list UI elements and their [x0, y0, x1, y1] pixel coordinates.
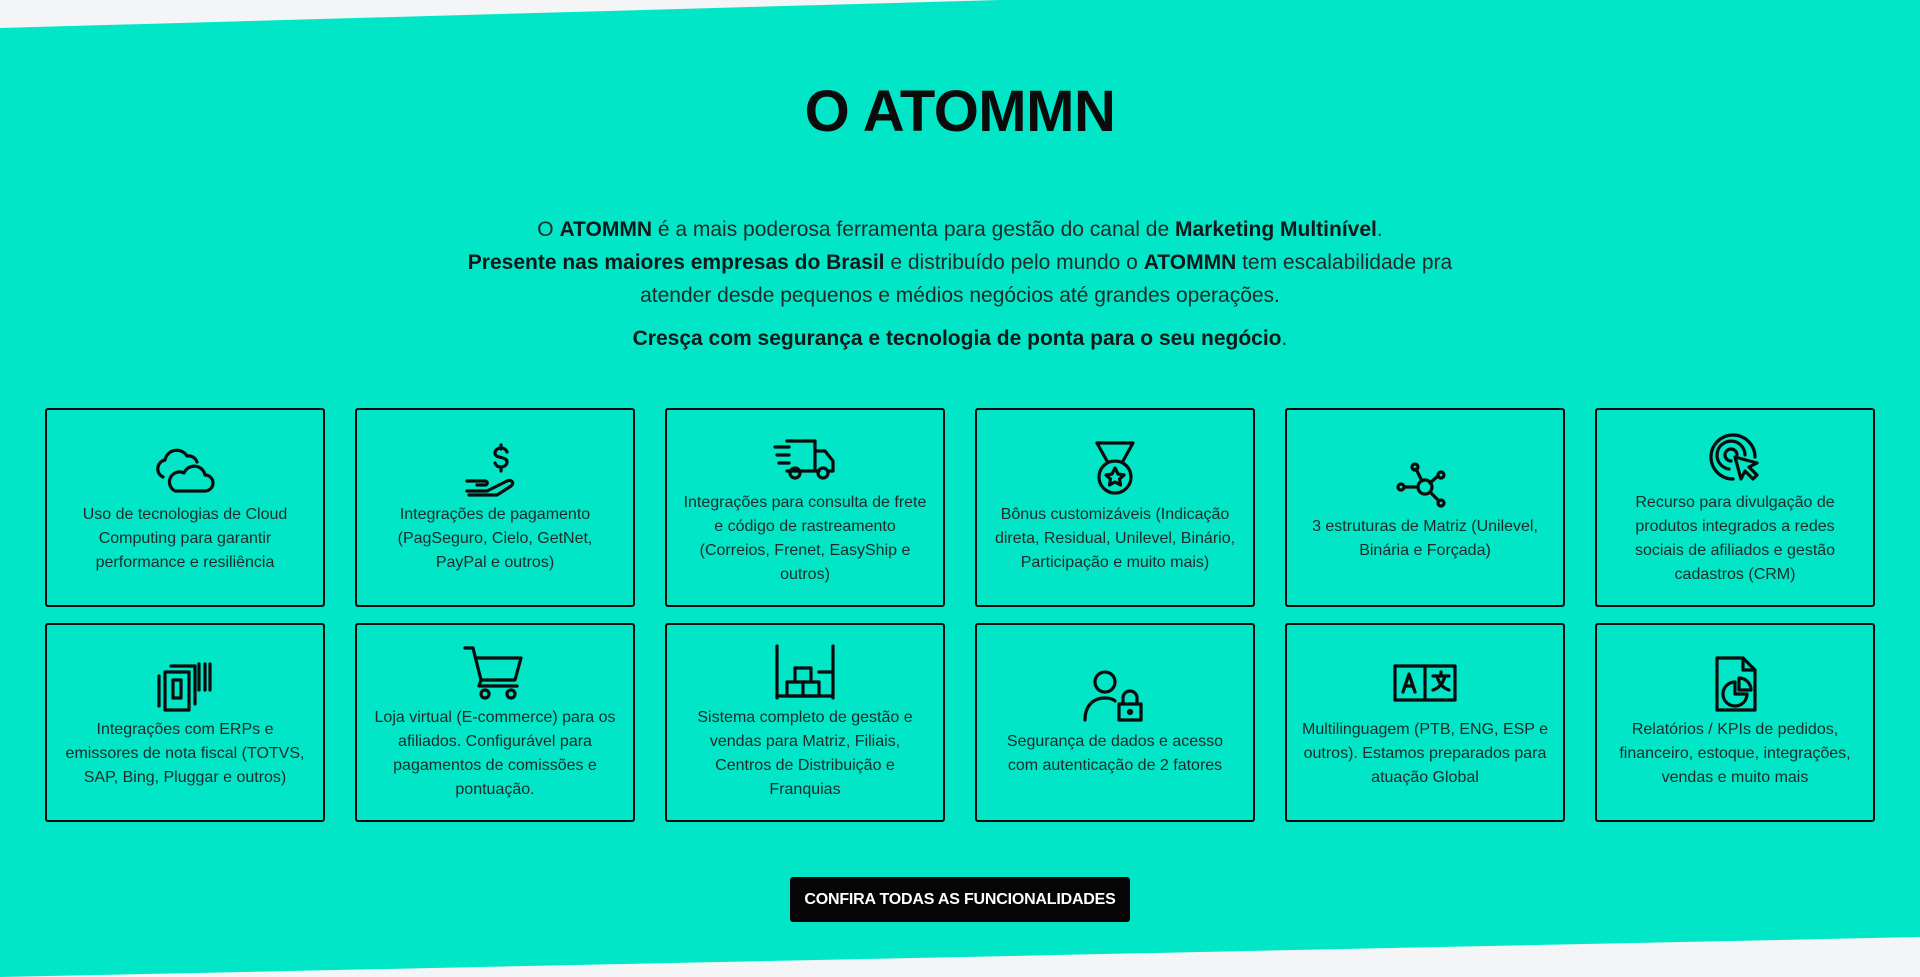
features-grid: Uso de tecnologias de Cloud Computing pa… — [45, 408, 1875, 822]
invoice-barcode-icon — [157, 661, 212, 712]
translate-icon — [1393, 663, 1457, 702]
network-nodes-icon — [1396, 461, 1446, 508]
intro-text: O — [537, 218, 560, 241]
feature-card-social: Recurso para divulgação de produtos inte… — [1595, 408, 1875, 607]
payment-hand-icon — [465, 442, 515, 497]
feature-card-reports: Relatórios / KPIs de pedidos, financeiro… — [1595, 623, 1875, 822]
feature-label: Bônus customizáveis (Indicação direta, R… — [994, 505, 1236, 571]
feature-card-management: Sistema completo de gestão e vendas para… — [665, 623, 945, 822]
warehouse-shelves-icon — [775, 643, 835, 700]
feature-card-payment: Integrações de pagamento (PagSeguro, Cie… — [355, 408, 635, 607]
feature-label: Integrações para consulta de frete e cód… — [683, 493, 927, 583]
page: O ATOMMN O ATOMMN é a mais poderosa ferr… — [0, 0, 1920, 977]
intro-text: e distribuído pelo mundo o — [884, 251, 1144, 274]
feature-label: Integrações com ERPs e emissores de nota… — [65, 720, 305, 786]
intro-brand: ATOMMN — [559, 218, 652, 241]
tagline-bold: Cresça com segurança e tecnologia de pon… — [632, 327, 1282, 350]
medal-icon — [1095, 440, 1135, 495]
intro-text: é a mais poderosa ferramenta para gestão… — [652, 218, 1175, 241]
intro-brand: ATOMMN — [1143, 251, 1237, 274]
intro-paragraph: O ATOMMN é a mais poderosa ferramenta pa… — [460, 213, 1460, 312]
feature-card-cloud: Uso de tecnologias de Cloud Computing pa… — [45, 408, 325, 607]
section-title: O ATOMMN — [804, 79, 1116, 144]
feature-label: Uso de tecnologias de Cloud Computing pa… — [82, 505, 288, 571]
tagline: Cresça com segurança e tecnologia de pon… — [0, 327, 1920, 351]
cloud-icon — [156, 448, 215, 493]
target-cursor-icon — [1709, 432, 1759, 481]
feature-card-bonus: Bônus customizáveis (Indicação direta, R… — [975, 408, 1255, 607]
shopping-cart-icon — [463, 645, 523, 700]
feature-label: Multilinguagem (PTB, ENG, ESP e outros).… — [1301, 720, 1549, 786]
feature-label: Integrações de pagamento (PagSeguro, Cie… — [397, 505, 593, 571]
feature-card-matrix: 3 estruturas de Matriz (Unilevel, Binári… — [1285, 408, 1565, 607]
intro-highlight: Marketing Multinível — [1175, 218, 1377, 241]
delivery-truck-icon — [773, 438, 835, 480]
user-lock-icon — [1083, 669, 1143, 722]
feature-label: Relatórios / KPIs de pedidos, financeiro… — [1619, 720, 1851, 786]
tagline-end: . — [1281, 327, 1288, 350]
feature-card-ecommerce: Loja virtual (E-commerce) para os afilia… — [355, 623, 635, 822]
all-features-button[interactable]: CONFIRA TODAS AS FUNCIONALIDADES — [790, 877, 1130, 922]
feature-label: Sistema completo de gestão e vendas para… — [697, 708, 913, 798]
feature-card-multilanguage: Multilinguagem (PTB, ENG, ESP e outros).… — [1285, 623, 1565, 822]
intro-highlight: Presente nas maiores empresas do Brasil — [467, 251, 885, 274]
feature-label: 3 estruturas de Matriz (Unilevel, Binári… — [1312, 517, 1538, 559]
feature-label: Loja virtual (E-commerce) para os afilia… — [374, 708, 616, 798]
feature-label: Recurso para divulgação de produtos inte… — [1634, 493, 1836, 583]
feature-card-erp: Integrações com ERPs e emissores de nota… — [45, 623, 325, 822]
intro-text: . — [1376, 218, 1383, 241]
feature-card-shipping: Integrações para consulta de frete e cód… — [665, 408, 945, 607]
feature-card-security: Segurança de dados e acesso com autentic… — [975, 623, 1255, 822]
report-chart-icon — [1715, 655, 1757, 712]
feature-label: Segurança de dados e acesso com autentic… — [1006, 732, 1224, 774]
